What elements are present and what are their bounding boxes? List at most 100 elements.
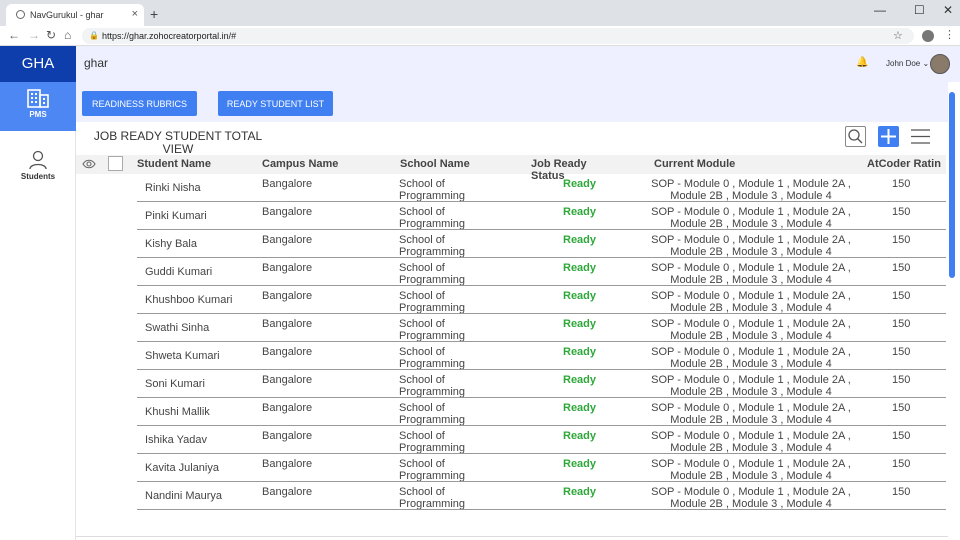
scrollbar-thumb[interactable] [949, 92, 955, 278]
atcoder-rating-cell: 150 [892, 262, 911, 274]
table-row[interactable]: Guddi Kumari Bangalore School of Programmin… [76, 258, 946, 286]
atcoder-rating-cell: 150 [892, 318, 911, 330]
table-row[interactable]: Khushboo Kumari Bangalore School of Program… [76, 286, 946, 314]
bookmark-star-icon[interactable]: ☆ [893, 29, 903, 42]
address-bar-row: ← → ↻ ⌂ 🔒 https://ghar.zohocreatorportal… [0, 26, 960, 46]
job-ready-status-cell: Ready [563, 206, 597, 218]
window-close-button[interactable]: ✕ [943, 3, 953, 17]
table-row[interactable]: Soni Kumari Bangalore School of Programming… [76, 370, 946, 398]
browser-tab-bar: NavGurukul - ghar × + — ☐ ✕ [0, 0, 960, 26]
job-ready-status-cell: Ready [563, 318, 597, 330]
campus-name-cell: Bangalore [262, 374, 313, 386]
student-name-cell[interactable]: Swathi Sinha [145, 322, 209, 334]
student-name-cell[interactable]: Ishika Yadav [145, 434, 207, 446]
campus-name-cell: Bangalore [262, 318, 313, 330]
current-module-cell: SOP - Module 0 , Module 1 , Module 2A ,M… [651, 430, 851, 454]
person-icon [0, 144, 76, 172]
campus-name-cell: Bangalore [262, 290, 313, 302]
table-header: Student Name Campus Name School Name Job… [76, 155, 946, 182]
campus-name-cell: Bangalore [262, 486, 313, 498]
search-button[interactable] [845, 126, 866, 147]
campus-name-cell: Bangalore [262, 262, 313, 274]
campus-name-cell: Bangalore [262, 206, 313, 218]
atcoder-rating-cell: 150 [892, 430, 911, 442]
eye-icon[interactable] [82, 157, 96, 171]
select-all-checkbox[interactable] [108, 156, 123, 171]
action-strip: READINESS RUBRICS READY STUDENT LIST [76, 82, 948, 122]
maximize-button[interactable]: ☐ [914, 3, 925, 17]
job-ready-status-cell: Ready [563, 458, 597, 470]
current-module-cell: SOP - Module 0 , Module 1 , Module 2A ,M… [651, 402, 851, 426]
table-row[interactable]: Swathi Sinha Bangalore School of Programmin… [76, 314, 946, 342]
current-module-cell: SOP - Module 0 , Module 1 , Module 2A ,M… [651, 234, 851, 258]
url-field[interactable]: 🔒 https://ghar.zohocreatorportal.in/# [82, 28, 914, 44]
column-header-current-module[interactable]: Current Module [654, 158, 735, 170]
job-ready-status-cell: Ready [563, 430, 597, 442]
table-row[interactable]: Kishy Bala Bangalore School of Programming R… [76, 230, 946, 258]
column-header-atcoder-rating[interactable]: AtCoder Ratin [867, 158, 941, 170]
notification-bell-icon[interactable]: 🔔 [856, 57, 868, 68]
profile-icon[interactable] [922, 30, 934, 42]
school-name-cell: School of Programming [399, 178, 466, 202]
browser-tab[interactable]: NavGurukul - ghar × [6, 4, 144, 26]
home-icon[interactable]: ⌂ [64, 28, 71, 42]
column-header-school-name[interactable]: School Name [400, 158, 470, 170]
more-options-button[interactable] [910, 126, 931, 147]
student-name-cell[interactable]: Kishy Bala [145, 238, 197, 250]
new-tab-button[interactable]: + [150, 6, 158, 22]
forward-arrow-icon[interactable]: → [28, 28, 40, 42]
table-row[interactable]: Kavita Julaniya Bangalore School of Program… [76, 454, 946, 482]
atcoder-rating-cell: 150 [892, 402, 911, 414]
current-module-cell: SOP - Module 0 , Module 1 , Module 2A ,M… [651, 374, 851, 398]
minimize-button[interactable]: — [874, 3, 886, 17]
readiness-rubrics-button[interactable]: READINESS RUBRICS [82, 91, 197, 116]
student-name-cell[interactable]: Guddi Kumari [145, 266, 212, 278]
current-module-cell: SOP - Module 0 , Module 1 , Module 2A ,M… [651, 486, 851, 510]
table-row[interactable]: Rinki Nisha Bangalore School of Programming… [76, 174, 946, 202]
column-header-student-name[interactable]: Student Name [137, 158, 211, 170]
student-name-cell[interactable]: Soni Kumari [145, 378, 205, 390]
student-name-cell[interactable]: Khushi Mallik [145, 406, 210, 418]
sidebar-item-label: PMS [29, 110, 47, 119]
student-name-cell[interactable]: Khushboo Kumari [145, 294, 232, 306]
table-row[interactable]: Nandini Maurya Bangalore School of Programm… [76, 482, 946, 510]
sidebar-item-label: Students [20, 172, 56, 181]
current-module-cell: SOP - Module 0 , Module 1 , Module 2A ,M… [651, 262, 851, 286]
ready-student-list-button[interactable]: READY STUDENT LIST [218, 91, 333, 116]
column-header-campus-name[interactable]: Campus Name [262, 158, 338, 170]
reload-icon[interactable]: ↻ [46, 28, 56, 42]
student-name-cell[interactable]: Rinki Nisha [145, 182, 201, 194]
job-ready-status-cell: Ready [563, 290, 597, 302]
sidebar-item-students[interactable]: Students [0, 144, 76, 193]
current-module-cell: SOP - Module 0 , Module 1 , Module 2A ,M… [651, 346, 851, 370]
campus-name-cell: Bangalore [262, 458, 313, 470]
tab-close-icon[interactable]: × [132, 8, 138, 20]
avatar[interactable] [930, 54, 950, 74]
atcoder-rating-cell: 150 [892, 374, 911, 386]
student-name-cell[interactable]: Nandini Maurya [145, 490, 222, 502]
student-name-cell[interactable]: Shweta Kumari [145, 350, 220, 362]
atcoder-rating-cell: 150 [892, 234, 911, 246]
campus-name-cell: Bangalore [262, 346, 313, 358]
job-ready-status-cell: Ready [563, 346, 597, 358]
site-favicon-icon [16, 10, 25, 19]
table-row[interactable]: Khushi Mallik Bangalore School of Programmi… [76, 398, 946, 426]
current-module-cell: SOP - Module 0 , Module 1 , Module 2A ,M… [651, 206, 851, 230]
sidebar-item-pms[interactable]: PMS [0, 82, 76, 131]
scrollbar[interactable] [948, 86, 956, 540]
back-arrow-icon[interactable]: ← [8, 28, 20, 42]
campus-name-cell: Bangalore [262, 234, 313, 246]
atcoder-rating-cell: 150 [892, 486, 911, 498]
table-row[interactable]: Shweta Kumari Bangalore School of Programmi… [76, 342, 946, 370]
student-name-cell[interactable]: Pinki Kumari [145, 210, 207, 222]
school-name-cell: School of Programming [399, 402, 466, 426]
current-module-cell: SOP - Module 0 , Module 1 , Module 2A ,M… [651, 318, 851, 342]
table-row[interactable]: Ishika Yadav Bangalore School of Programmin… [76, 426, 946, 454]
school-name-cell: School of Programming [399, 430, 466, 454]
add-record-button[interactable] [878, 126, 899, 147]
user-menu[interactable]: John Doe ⌄ [886, 59, 929, 68]
app-logo[interactable]: GHA [0, 46, 76, 82]
browser-menu-icon[interactable]: ⋮ [944, 28, 955, 41]
student-name-cell[interactable]: Kavita Julaniya [145, 462, 219, 474]
table-row[interactable]: Pinki Kumari Bangalore School of Programmin… [76, 202, 946, 230]
